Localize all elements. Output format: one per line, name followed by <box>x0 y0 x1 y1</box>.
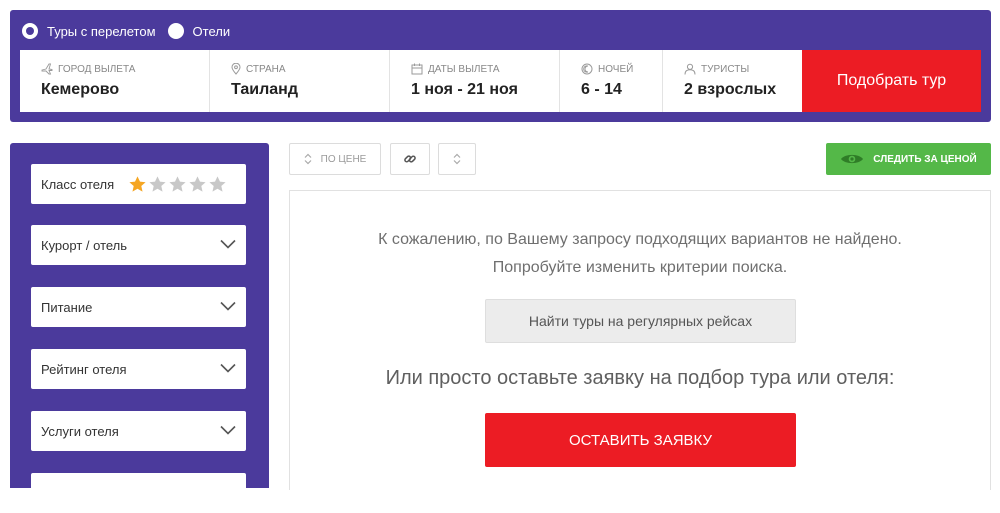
chevron-down-icon <box>220 301 236 311</box>
find-regular-flights-button[interactable]: Найти туры на регулярных рейсах <box>485 299 796 343</box>
search-panel: Туры с перелетом Отели ГОРОД ВЫЛЕТА Кеме… <box>10 10 991 122</box>
field-value: Кемерово <box>41 81 120 98</box>
no-results-message: К сожалению, по Вашему запросу подходящи… <box>378 231 902 248</box>
star-rating[interactable] <box>128 175 228 194</box>
mode-label: Отели <box>192 23 231 39</box>
hotel-rating-filter[interactable]: Рейтинг отеля <box>31 349 246 389</box>
track-price-button[interactable]: СЛЕДИТЬ ЗА ЦЕНОЙ <box>826 143 991 175</box>
radio-selected-icon[interactable] <box>22 23 38 39</box>
sort-by-price-button[interactable]: ПО ЦЕНЕ <box>289 143 381 175</box>
track-price-label: СЛЕДИТЬ ЗА ЦЕНОЙ <box>873 153 977 165</box>
field-label: ГОРОД ВЫЛЕТА <box>58 63 136 75</box>
country-field[interactable]: СТРАНА Таиланд <box>210 50 390 112</box>
field-value: 2 взрослых <box>684 81 777 98</box>
filter-label: Курорт / отель <box>41 237 128 253</box>
chevron-down-icon <box>220 239 236 249</box>
field-label: СТРАНА <box>246 63 286 75</box>
star-empty-icon[interactable] <box>188 175 207 194</box>
filter-label: Рейтинг отеля <box>41 361 127 377</box>
mode-hotels[interactable]: Отели <box>167 23 231 39</box>
filter-partial[interactable] <box>31 473 246 513</box>
filter-label: Питание <box>41 299 93 315</box>
request-prompt: Или просто оставьте заявку на подбор тур… <box>385 367 895 389</box>
departure-city-field[interactable]: ГОРОД ВЫЛЕТА Кемерово <box>20 50 210 112</box>
hotel-class-filter[interactable]: Класс отеля <box>31 164 246 204</box>
location-pin-icon <box>231 63 241 75</box>
field-label: НОЧЕЙ <box>598 63 634 75</box>
link-icon <box>404 155 416 163</box>
field-value: 1 ноя - 21 ноя <box>411 81 518 98</box>
plane-icon <box>41 63 53 75</box>
star-empty-icon[interactable] <box>168 175 187 194</box>
mode-label: Туры с перелетом <box>47 23 156 39</box>
filters-sidebar: Класс отеля Курорт / отель Питание Рейти… <box>10 143 269 513</box>
moon-icon <box>581 63 593 75</box>
star-empty-icon[interactable] <box>148 175 167 194</box>
meals-filter[interactable]: Питание <box>31 287 246 327</box>
radio-icon[interactable] <box>167 23 184 39</box>
star-empty-icon[interactable] <box>208 175 227 194</box>
field-label: ДАТЫ ВЫЛЕТА <box>428 63 500 75</box>
user-icon <box>684 63 696 75</box>
calendar-icon <box>411 63 423 75</box>
star-filled-icon[interactable] <box>128 175 147 194</box>
find-tour-button[interactable]: Подобрать тур <box>802 50 981 112</box>
mode-tours-with-flight[interactable]: Туры с перелетом <box>22 23 156 39</box>
copy-link-button[interactable] <box>390 143 430 175</box>
search-fields: ГОРОД ВЫЛЕТА Кемерово СТРАНА Таиланд ДАТ… <box>20 50 981 112</box>
no-results-hint: Попробуйте изменить критерии поиска. <box>492 259 788 276</box>
resort-hotel-filter[interactable]: Курорт / отель <box>31 225 246 265</box>
sort-arrows-icon <box>453 153 461 165</box>
filter-label: Класс отеля <box>41 176 115 192</box>
field-value: Таиланд <box>231 81 298 98</box>
results-panel: К сожалению, по Вашему запросу подходящи… <box>289 190 991 490</box>
sort-label: ПО ЦЕНЕ <box>320 153 367 165</box>
tourists-field[interactable]: ТУРИСТЫ 2 взрослых <box>663 50 802 112</box>
eye-icon <box>841 154 864 164</box>
field-value: 6 - 14 <box>581 81 622 98</box>
sort-arrows-icon <box>304 153 312 165</box>
chevron-down-icon <box>220 425 236 435</box>
search-mode-selector: Туры с перелетом Отели <box>22 22 242 40</box>
leave-request-button[interactable]: Оставить заявку <box>485 413 796 467</box>
chevron-down-icon <box>220 363 236 373</box>
dates-field[interactable]: ДАТЫ ВЫЛЕТА 1 ноя - 21 ноя <box>390 50 560 112</box>
filter-label: Услуги отеля <box>41 423 119 439</box>
sort-toggle-button[interactable] <box>438 143 476 175</box>
hotel-services-filter[interactable]: Услуги отеля <box>31 411 246 451</box>
nights-field[interactable]: НОЧЕЙ 6 - 14 <box>560 50 663 112</box>
field-label: ТУРИСТЫ <box>701 63 750 75</box>
